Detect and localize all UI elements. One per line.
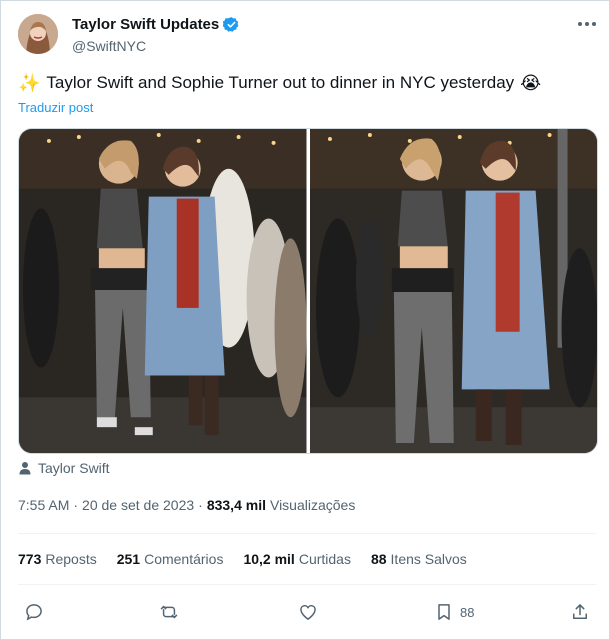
post-meta: 7:55 AM · 20 de set de 2023 · 833,4 mil … bbox=[18, 497, 355, 513]
post-header: Taylor Swift Updates @SwiftNYC bbox=[18, 14, 598, 58]
reply-icon bbox=[26, 604, 42, 621]
comments-stat[interactable]: 251 Comentários bbox=[117, 551, 224, 567]
divider bbox=[18, 533, 596, 534]
divider bbox=[18, 584, 596, 585]
post-time[interactable]: 7:55 AM bbox=[18, 497, 69, 513]
reply-button[interactable] bbox=[24, 600, 44, 624]
reposts-count: 773 bbox=[18, 551, 42, 567]
translate-post-link[interactable]: Traduzir post bbox=[18, 100, 93, 115]
post-body: Taylor Swift and Sophie Turner out to di… bbox=[46, 73, 515, 92]
display-name[interactable]: Taylor Swift Updates bbox=[72, 16, 219, 33]
avatar[interactable] bbox=[18, 14, 58, 54]
saves-label: Itens Salvos bbox=[390, 551, 467, 567]
share-icon bbox=[573, 604, 587, 619]
engagement-stats: 773 Reposts 251 Comentários 10,2 mil Cur… bbox=[18, 551, 467, 567]
post-date[interactable]: 20 de set de 2023 bbox=[82, 497, 194, 513]
bookmark-button[interactable]: 88 bbox=[434, 600, 474, 624]
comments-count: 251 bbox=[116, 551, 141, 567]
repost-button[interactable] bbox=[159, 600, 179, 624]
views-count: 833,4 mil bbox=[206, 497, 266, 513]
verified-badge-icon bbox=[222, 16, 240, 33]
meta-separator: · bbox=[73, 497, 79, 513]
repost-icon bbox=[160, 605, 178, 619]
share-button[interactable] bbox=[570, 600, 590, 624]
person-icon bbox=[18, 461, 32, 475]
saves-stat[interactable]: 88 Itens Salvos bbox=[371, 551, 467, 567]
action-bar: 88 bbox=[18, 600, 596, 624]
saves-count: 88 bbox=[370, 551, 387, 567]
bookmark-count: 88 bbox=[460, 604, 475, 620]
media-grid bbox=[18, 128, 598, 454]
heart-icon bbox=[300, 604, 316, 620]
post-text: ✨ Taylor Swift and Sophie Turner out to … bbox=[18, 72, 541, 94]
sparkles-emoji: ✨ bbox=[18, 73, 41, 93]
reposts-stat[interactable]: 773 Reposts bbox=[18, 551, 97, 567]
crying-emoji: 😭 bbox=[520, 73, 542, 93]
likes-count: 10,2 mil bbox=[243, 551, 295, 567]
like-button[interactable] bbox=[298, 600, 318, 624]
reposts-label: Reposts bbox=[45, 551, 97, 567]
more-options-icon[interactable] bbox=[576, 16, 598, 34]
views-label: Visualizações bbox=[269, 497, 356, 513]
likes-stat[interactable]: 10,2 mil Curtidas bbox=[243, 551, 351, 567]
handle[interactable]: @SwiftNYC bbox=[72, 38, 146, 54]
photo-right[interactable] bbox=[309, 129, 597, 453]
likes-label: Curtidas bbox=[298, 551, 351, 567]
tagged-person-name: Taylor Swift bbox=[38, 460, 110, 476]
bookmark-icon bbox=[438, 604, 450, 620]
comments-label: Comentários bbox=[144, 551, 224, 567]
photo-left[interactable] bbox=[19, 129, 307, 453]
meta-separator: · bbox=[198, 497, 203, 513]
tagged-people[interactable]: Taylor Swift bbox=[18, 460, 110, 476]
